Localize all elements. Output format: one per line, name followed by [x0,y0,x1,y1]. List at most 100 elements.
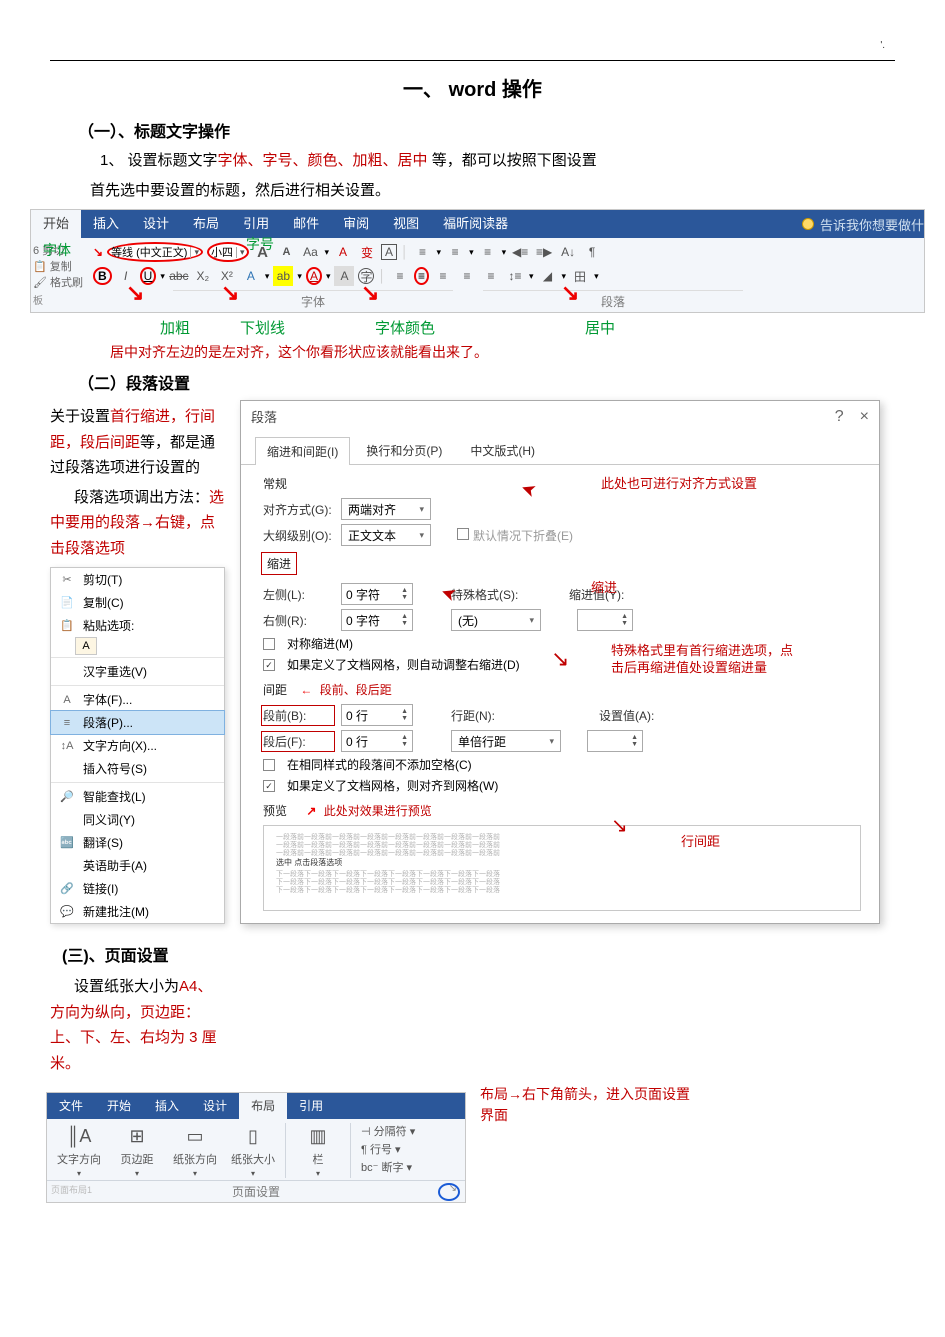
left-indent-spin[interactable]: 0 字符▲▼ [341,583,413,605]
translate-icon: 🔤 [59,835,75,851]
right-indent-spin[interactable]: 0 字符▲▼ [341,609,413,631]
copy-btn[interactable]: 📋 复制 [33,258,93,274]
ctx-smart-lookup[interactable]: 🔎智能查找(L) [51,785,224,808]
preview-group: 预览 ↗ 此处对效果进行预览 一段落前一段落前一段落前一段落前一段落前一段落前一… [263,802,861,911]
align-justify-btn[interactable]: ≡ [457,266,477,286]
tab-home-2[interactable]: 开始 [95,1093,143,1119]
special-format-select[interactable]: (无)▾ [451,609,541,631]
ctx-cut[interactable]: ✂剪切(T) [51,568,224,591]
tab-mailings[interactable]: 邮件 [281,210,331,238]
breaks-btn[interactable]: ⊣ 分隔符 ▾ [361,1123,415,1139]
numbering-btn[interactable]: ≡ [445,242,465,262]
ctx-new-comment[interactable]: 💬新建批注(M) [51,900,224,923]
dialog-titlebar: 段落 ? × [241,401,879,432]
auto-grid-checkbox[interactable]: ✓ [263,659,275,671]
margins-btn[interactable]: ⊞ 页边距▾ [111,1123,163,1178]
spacing-group: 间距 ← 段前、段后距 段前(B): 0 行▲▼ 行距(N): 设置值(A): … [263,681,861,794]
clear-format-btn[interactable]: A [333,242,353,262]
char-shading-btn[interactable]: A [334,266,354,286]
section-3-heading: (三)、页面设置 [62,942,230,966]
close-button[interactable]: × [860,408,869,426]
ctx-ime[interactable]: 汉字重选(V) [51,660,224,683]
tab-indent-spacing[interactable]: 缩进和间距(I) [255,437,350,465]
tab-review[interactable]: 审阅 [331,210,381,238]
phonetic-btn[interactable]: 变 [357,242,377,262]
shrink-font-btn[interactable]: A [277,242,297,262]
decrease-indent-btn[interactable]: ◀≡ [510,242,530,262]
ctx-synonyms[interactable]: 同义词(Y) [51,808,224,831]
tab-layout-2[interactable]: 布局 [239,1093,287,1119]
group-labels: 字体 段落 [93,290,920,310]
tab-view[interactable]: 视图 [381,210,431,238]
ctx-paragraph[interactable]: ≡段落(P)... [51,711,224,734]
tab-insert[interactable]: 插入 [81,210,131,238]
ctx-english-assistant[interactable]: 英语助手(A) [51,854,224,877]
ctx-text-direction[interactable]: ↕A文字方向(X)... [51,734,224,757]
sort-btn[interactable]: A↓ [558,242,578,262]
section-1-text-2: 首先选中要设置的标题，然后进行相关设置。 [90,178,895,204]
increase-indent-btn[interactable]: ≡▶ [534,242,554,262]
format-painter-btn[interactable]: 🖌 格式刷 [33,274,93,290]
subscript-btn[interactable]: X₂ [193,266,213,286]
align-center-btn[interactable]: ≡ [414,267,429,285]
text-direction-btn[interactable]: ║A 文字方向▾ [53,1123,105,1178]
orientation-btn[interactable]: ▭ 纸张方向▾ [169,1123,221,1178]
align-right-btn[interactable]: ≡ [433,266,453,286]
indent-value-spin[interactable]: ▲▼ [577,609,633,631]
change-case-btn[interactable]: Aa [301,242,321,262]
ctx-font[interactable]: A字体(F)... [51,688,224,711]
ctx-paste-sub[interactable]: A [51,637,224,655]
tab-design-2[interactable]: 设计 [191,1093,239,1119]
line-numbers-btn[interactable]: ¶ 行号 ▾ [361,1141,415,1157]
columns-btn[interactable]: ▥ 栏▾ [292,1123,344,1178]
alignment-select[interactable]: 两端对齐▾ [341,498,431,520]
highlight-btn[interactable]: ab [273,266,293,286]
shading-btn[interactable]: ◢ [538,266,558,286]
tab-insert-2[interactable]: 插入 [143,1093,191,1119]
tab-home[interactable]: 开始 [31,210,81,238]
line-spacing-select[interactable]: 单倍行距▾ [451,730,561,752]
tab-asian-typography[interactable]: 中文版式(H) [458,436,547,464]
text-effect-btn[interactable]: A [241,266,261,286]
paste-keep-icon[interactable]: A [75,637,97,655]
no-space-checkbox[interactable] [263,759,275,771]
tab-foxit[interactable]: 福昕阅读器 [431,210,520,238]
font-color-btn[interactable]: A [306,267,322,285]
align-left-btn[interactable]: ≡ [390,266,410,286]
before-label: 段前(B): [263,707,333,724]
set-value-spin[interactable]: ▲▼ [587,730,643,752]
bulb-icon [802,218,814,230]
font-name-combo[interactable]: 等线 (中文正文)▾ [107,242,203,262]
after-spacing-spin[interactable]: 0 行▲▼ [341,730,413,752]
help-button[interactable]: ? [835,408,844,426]
tab-line-page-breaks[interactable]: 换行和分页(P) [354,436,454,464]
tab-design[interactable]: 设计 [131,210,181,238]
layout-options: ⊣ 分隔符 ▾ ¶ 行号 ▾ bc⁻ 断字 ▾ [357,1123,415,1178]
paper-size-btn[interactable]: ▯ 纸张大小▾ [227,1123,279,1178]
tell-me[interactable]: 告诉我你想要做什 [802,215,924,234]
ctx-insert-symbol[interactable]: 插入符号(S) [51,757,224,780]
strike-btn[interactable]: abc [169,266,189,286]
distribute-btn[interactable]: ≡ [481,266,501,286]
outline-select[interactable]: 正文文本▾ [341,524,431,546]
multilevel-btn[interactable]: ≡ [478,242,498,262]
hyphenation-btn[interactable]: bc⁻ 断字 ▾ [361,1159,415,1175]
arrow-center: ↘ [561,280,579,306]
mirror-checkbox[interactable] [263,638,275,650]
tab-file[interactable]: 文件 [47,1093,95,1119]
line-spacing-btn[interactable]: ↕≡ [505,266,525,286]
char-border-btn[interactable]: A [381,244,397,260]
before-spacing-spin[interactable]: 0 行▲▼ [341,704,413,726]
show-marks-btn[interactable]: ¶ [582,242,602,262]
snap-grid-checkbox[interactable]: ✓ [263,780,275,792]
bold-btn[interactable]: B [93,267,112,285]
font-size-combo[interactable]: 小四▾ [207,242,249,262]
ctx-link[interactable]: 🔗链接(I) [51,877,224,900]
ctx-translate[interactable]: 🔤翻译(S) [51,831,224,854]
collapse-checkbox[interactable] [457,528,469,540]
auto-grid-label: 如果定义了文档网格，则自动调整右缩进(D) [287,656,520,673]
tab-layout[interactable]: 布局 [181,210,231,238]
tab-references-2[interactable]: 引用 [287,1093,335,1119]
ctx-copy[interactable]: 📄复制(C) [51,591,224,614]
bullets-btn[interactable]: ≡ [413,242,433,262]
